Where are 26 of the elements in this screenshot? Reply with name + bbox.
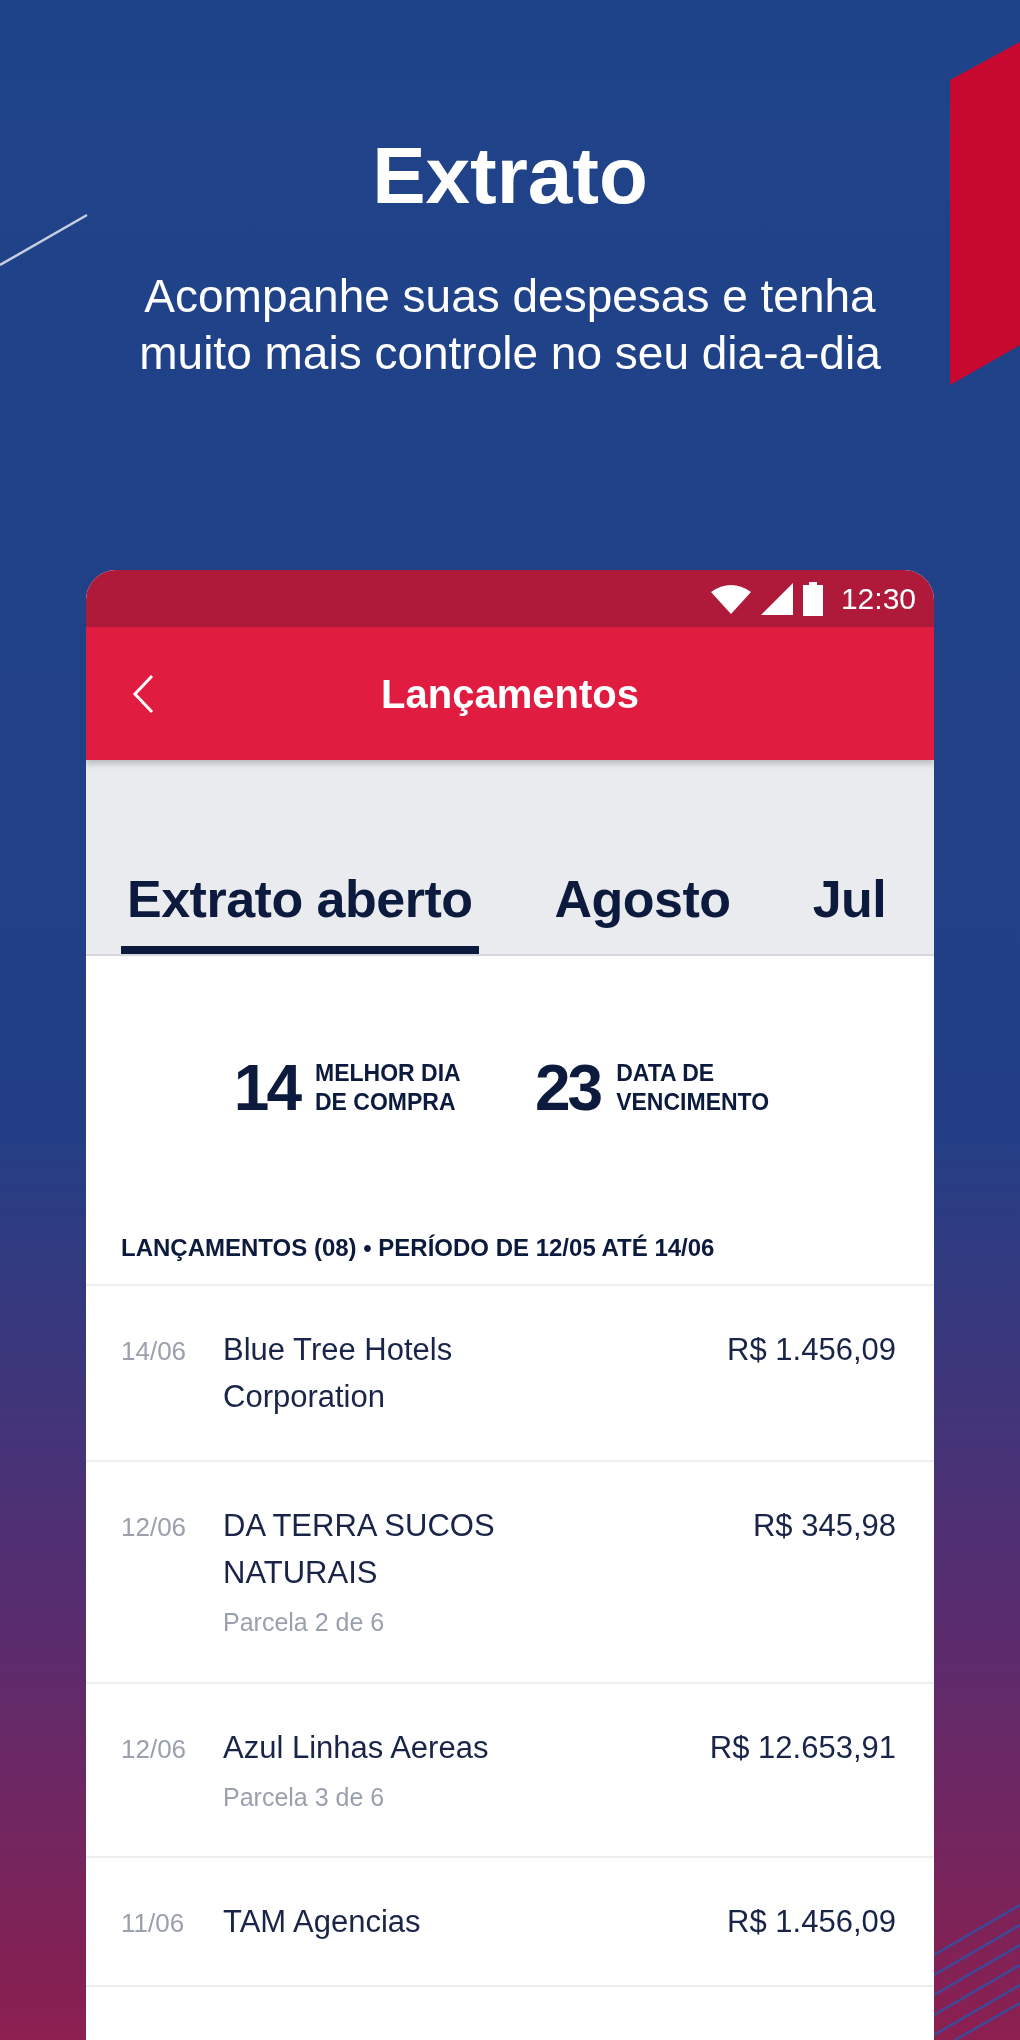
summary-number: 14 — [233, 1056, 299, 1120]
summary-label: DATA DE VENCIMENTO — [616, 1059, 771, 1117]
transaction-amount: R$ 345,98 — [751, 1507, 896, 1545]
toolbar-title: Lançamentos — [380, 670, 640, 718]
summary-label: MELHOR DIA DE COMPRA — [315, 1059, 461, 1117]
installment-label: Parcela 2 de 6 — [223, 1607, 386, 1638]
transaction-date: 12/06 — [121, 1511, 188, 1544]
transaction-amount: R$ 1.456,09 — [726, 1331, 896, 1369]
hero-title: Extrato — [371, 132, 649, 220]
summary-number: 23 — [535, 1056, 601, 1120]
installment-label: Parcela 3 de 6 — [223, 1781, 386, 1813]
transaction-amount: R$ 1.456,09 — [726, 1903, 896, 1941]
transaction-date: 11/06 — [121, 1907, 186, 1940]
transaction-date: 12/06 — [121, 1732, 188, 1766]
tab[interactable]: Jul — [806, 859, 893, 954]
transaction-amount: R$ 12.653,91 — [708, 1728, 896, 1767]
transaction-description: DA TERRA SUCOS NATURAIS — [223, 1507, 496, 1592]
list-header: LANÇAMENTOS (08) • PERÍODO DE 12/05 ATÉ 14/06 — [86, 1230, 934, 1286]
transaction-date: 14/06 — [121, 1335, 188, 1368]
transaction-description: TAM Agencias — [223, 1903, 422, 1941]
tab[interactable]: Extrato aberto — [121, 859, 479, 954]
hero-subtitle: Acompanhe suas despesas e tenha muito mais controle no seu dia-a-dia — [138, 269, 882, 381]
transaction-description: Blue Tree Hotels Corporation — [223, 1331, 454, 1416]
tab[interactable]: Agosto — [548, 859, 737, 954]
transaction-description: Azul Linhas Aereas — [223, 1728, 490, 1767]
status-time: 12:30 — [840, 581, 916, 617]
